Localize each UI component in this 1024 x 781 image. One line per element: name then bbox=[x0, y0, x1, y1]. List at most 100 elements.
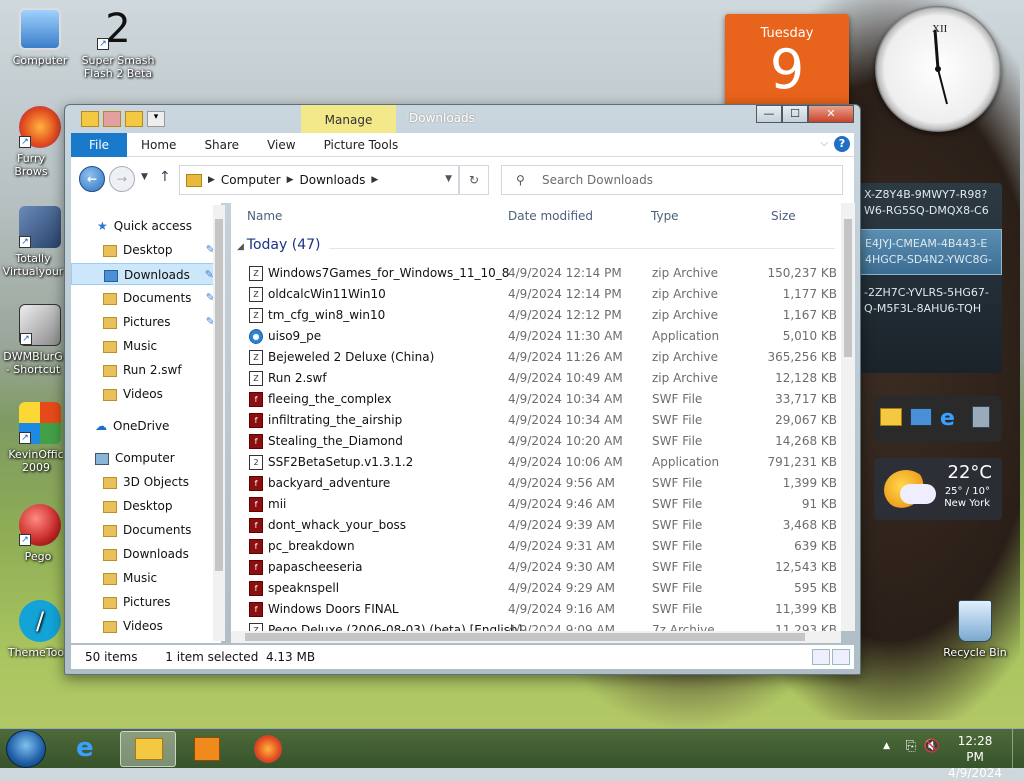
nav-desktop[interactable]: Desktop bbox=[71, 495, 221, 517]
title-bar[interactable]: ▾ Manage Downloads — ☐ ✕ bbox=[65, 105, 860, 133]
chevron-right-icon[interactable]: ▶ bbox=[208, 175, 215, 185]
notes-gadget[interactable]: X-Z8Y4B-9MWY7-R98? W6-RG5SQ-DMQX8-C6 E4J… bbox=[858, 183, 1002, 373]
search-input[interactable]: ⚲ Search Downloads bbox=[501, 165, 843, 195]
nav-scrollbar[interactable] bbox=[213, 205, 225, 641]
new-folder-icon[interactable] bbox=[125, 111, 143, 127]
file-row[interactable]: ZoldcalcWin11Win10 4/9/2024 12:14 PM zip A… bbox=[231, 284, 841, 305]
taskbar-media-player[interactable] bbox=[180, 731, 236, 767]
nav-pictures-pinned[interactable]: Pictures ✎ bbox=[71, 311, 221, 333]
nav-downloads[interactable]: Downloads bbox=[71, 543, 221, 565]
taskbar-file-explorer[interactable] bbox=[120, 731, 176, 767]
manage-tab[interactable]: Manage bbox=[301, 105, 396, 133]
chevron-down-icon[interactable]: ▼ bbox=[445, 174, 452, 184]
weather-gadget[interactable]: 22°C 25° / 10° New York bbox=[874, 458, 1002, 520]
desktop-icon-ssf2[interactable]: 2 ↗ Super Smash Flash 2 Beta bbox=[78, 8, 158, 80]
customize-toolbar-icon[interactable]: ▾ bbox=[147, 111, 165, 127]
recent-locations-icon[interactable]: ▼ bbox=[141, 172, 148, 182]
column-header-type[interactable]: Type bbox=[651, 203, 679, 229]
nav-videos[interactable]: Videos bbox=[71, 383, 221, 405]
volume-muted-icon[interactable]: 🔇 bbox=[924, 739, 940, 754]
show-hidden-icons-icon[interactable]: ▲ bbox=[883, 741, 890, 751]
breadcrumb-computer[interactable]: Computer bbox=[221, 173, 281, 187]
nav-music-pc[interactable]: Music bbox=[71, 567, 221, 589]
taskbar-internet-explorer[interactable]: e bbox=[60, 731, 116, 767]
maximize-button[interactable]: ☐ bbox=[782, 105, 808, 123]
file-row[interactable]: f mii 4/9/2024 9:46 AM SWF File 91 KB bbox=[231, 494, 841, 515]
explorer-window[interactable]: ▾ Manage Downloads — ☐ ✕ File Home Share… bbox=[64, 104, 861, 675]
back-button[interactable]: ← bbox=[79, 166, 105, 192]
refresh-button[interactable]: ↻ bbox=[459, 165, 489, 195]
file-row[interactable]: Z Windows7Games_for_Windows_11_10_8 4/9/20… bbox=[231, 263, 841, 284]
file-row[interactable]: f Windows Doors FINAL 4/9/2024 9:16 AM SWF … bbox=[231, 599, 841, 620]
file-row[interactable]: f backyard_adventure 4/9/2024 9:56 AM SWF F… bbox=[231, 473, 841, 494]
nav-music[interactable]: Music bbox=[71, 335, 221, 357]
calendar-gadget[interactable]: Tuesday 9 bbox=[725, 14, 849, 114]
file-row[interactable]: f speaknspell 4/9/2024 9:29 AM SWF File 595 … bbox=[231, 578, 841, 599]
column-header-size[interactable]: Size bbox=[771, 203, 796, 229]
taskbar-firefox[interactable] bbox=[240, 731, 296, 767]
file-row[interactable]: Z Run 2.swf 4/9/2024 10:49 AM zip Archive 12… bbox=[231, 368, 841, 389]
minimize-button[interactable]: — bbox=[756, 105, 782, 123]
scrollbar-thumb[interactable] bbox=[245, 633, 805, 641]
expand-ribbon-icon[interactable]: ⌵ bbox=[820, 138, 828, 149]
forward-button[interactable]: → bbox=[109, 166, 135, 192]
network-icon[interactable]: ⎘ bbox=[906, 739, 916, 754]
file-row[interactable]: Z Bejeweled 2 Deluxe (China) 4/9/2024 11:2… bbox=[231, 347, 841, 368]
file-row[interactable]: f dont_whack_your_boss 4/9/2024 9:39 AM SWF… bbox=[231, 515, 841, 536]
tab-file[interactable]: File bbox=[71, 132, 127, 157]
nav-pictures[interactable]: Pictures bbox=[71, 591, 221, 613]
desktop-icon-recycle-bin[interactable]: Recycle Bin bbox=[935, 600, 1015, 659]
nav-downloads-pinned[interactable]: Downloads ✎ bbox=[71, 263, 221, 285]
address-bar[interactable]: ▶ Computer ▶ Downloads ▶ ▼ bbox=[179, 165, 459, 195]
file-list-scrollbar[interactable] bbox=[841, 203, 855, 631]
tab-picture-tools[interactable]: Picture Tools bbox=[310, 133, 413, 157]
file-row[interactable]: 2 SSF2BetaSetup.v1.3.1.2 4/9/2024 10:06 AM… bbox=[231, 452, 841, 473]
folder-icon[interactable] bbox=[81, 111, 99, 127]
file-row[interactable]: Z Pego Deluxe (2006-08-03) (beta) [Englis… bbox=[231, 620, 841, 631]
nav-desktop-pinned[interactable]: Desktop ✎ bbox=[71, 239, 221, 261]
scrollbar-thumb[interactable] bbox=[215, 219, 223, 571]
breadcrumb-downloads[interactable]: Downloads bbox=[300, 173, 366, 187]
file-row[interactable]: f fleeing_the_complex 4/9/2024 10:34 AM SWF… bbox=[231, 389, 841, 410]
tab-home[interactable]: Home bbox=[127, 133, 190, 157]
nav-documents-pinned[interactable]: Documents ✎ bbox=[71, 287, 221, 309]
file-row[interactable]: ● uiso9_pe 4/9/2024 11:30 AM Application 5,0… bbox=[231, 326, 841, 347]
internet-explorer-icon[interactable]: e bbox=[940, 406, 955, 431]
clock-gadget[interactable]: XII bbox=[875, 6, 1001, 132]
monitor-icon[interactable] bbox=[910, 408, 932, 426]
column-header-date[interactable]: Date modified bbox=[508, 203, 593, 229]
file-row[interactable]: f pc_breakdown 4/9/2024 9:31 AM SWF File 639… bbox=[231, 536, 841, 557]
start-button[interactable] bbox=[6, 730, 46, 768]
nav-quick-access[interactable]: ★ Quick access bbox=[71, 215, 221, 237]
group-header-today[interactable]: ◢ Today (47) bbox=[237, 237, 320, 253]
close-button[interactable]: ✕ bbox=[808, 105, 854, 123]
show-desktop-button[interactable] bbox=[1012, 729, 1024, 769]
nav-run2[interactable]: Run 2.swf bbox=[71, 359, 221, 381]
properties-icon[interactable] bbox=[103, 111, 121, 127]
quick-launch-gadget[interactable]: e bbox=[874, 396, 1002, 442]
collapse-icon[interactable]: ◢ bbox=[237, 242, 247, 252]
nav-3d-objects[interactable]: 3D Objects bbox=[71, 471, 221, 493]
nav-videos-pc[interactable]: Videos bbox=[71, 615, 221, 637]
clock[interactable]: 12:28 PM 4/9/2024 bbox=[948, 733, 1002, 781]
chevron-right-icon[interactable]: ▶ bbox=[371, 175, 378, 185]
large-icons-view-icon[interactable] bbox=[832, 649, 850, 665]
nav-computer[interactable]: Computer bbox=[71, 447, 221, 469]
nav-documents[interactable]: Documents bbox=[71, 519, 221, 541]
file-row[interactable]: f Stealing_the_Diamond 4/9/2024 10:20 AM SW… bbox=[231, 431, 841, 452]
up-button[interactable]: ↑ bbox=[159, 169, 171, 185]
trash-icon[interactable] bbox=[972, 406, 990, 428]
horizontal-scrollbar[interactable] bbox=[231, 631, 841, 643]
file-row[interactable]: Ztm_cfg_win8_win10 4/9/2024 12:12 PM zip A… bbox=[231, 305, 841, 326]
desktop-icon-computer[interactable]: Computer bbox=[0, 8, 80, 67]
tab-share[interactable]: Share bbox=[190, 133, 253, 157]
column-header-name[interactable]: Name bbox=[247, 203, 282, 229]
tab-view[interactable]: View bbox=[253, 133, 309, 157]
help-icon[interactable]: ? bbox=[834, 136, 850, 152]
chevron-right-icon[interactable]: ▶ bbox=[287, 175, 294, 185]
folder-icon[interactable] bbox=[880, 408, 902, 426]
details-view-icon[interactable] bbox=[812, 649, 830, 665]
file-row[interactable]: f infiltrating_the_airship 4/9/2024 10:34 … bbox=[231, 410, 841, 431]
nav-onedrive[interactable]: ☁ OneDrive bbox=[71, 415, 221, 437]
scrollbar-thumb[interactable] bbox=[844, 219, 852, 357]
